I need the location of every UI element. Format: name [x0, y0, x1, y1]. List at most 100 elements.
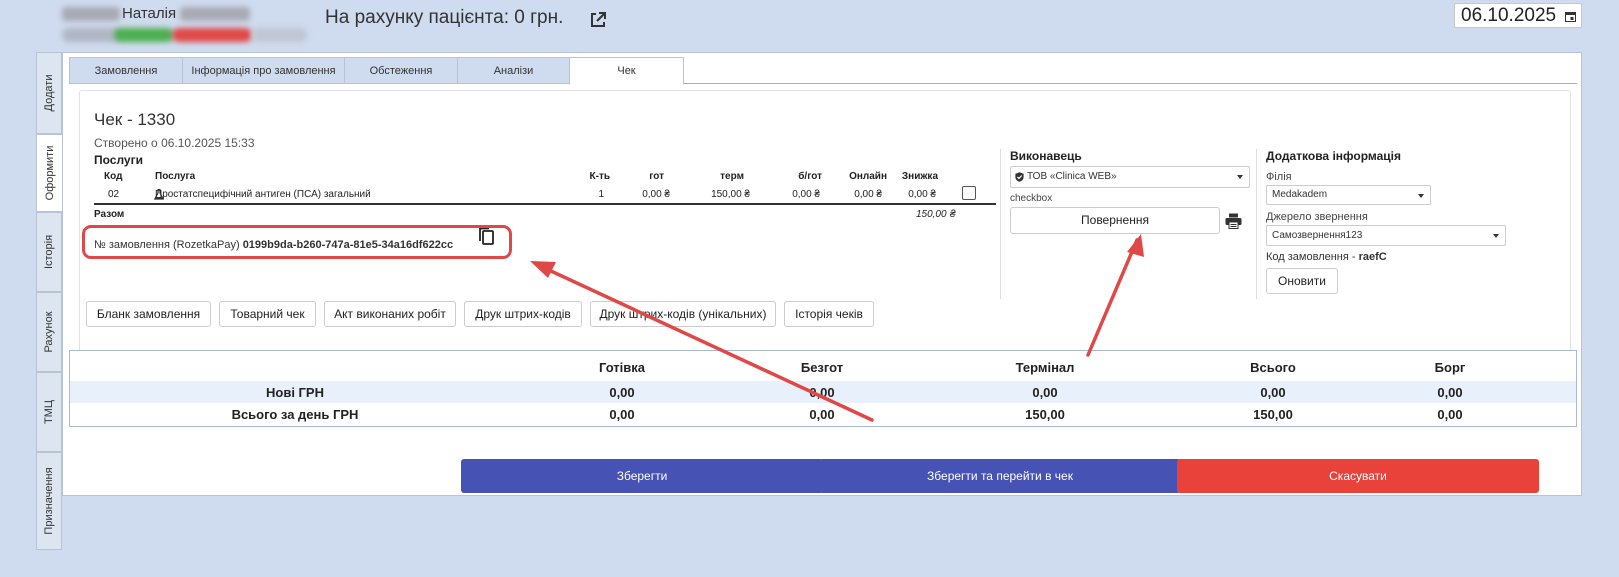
cell: 150,00: [1025, 407, 1065, 422]
executor-select[interactable]: ТОВ «Clinica WEB»: [1010, 166, 1250, 188]
row-cash: 0,00 ₴: [642, 189, 670, 200]
col-terminal: Термінал: [1015, 360, 1075, 375]
cell: 0,00: [1032, 385, 1058, 400]
check-card: Чек - 1330 Створено о 06.10.2025 15:33 П…: [79, 90, 1571, 353]
unique-barcode-print-button[interactable]: Друк штрих-кодів (унікальних): [590, 301, 776, 327]
side-tab-label: Рахунок: [43, 311, 55, 353]
row-qty: 1: [598, 189, 604, 200]
patient-balance: На рахунку пацієнта: 0 грн.: [325, 7, 564, 28]
check-history-button[interactable]: Історія чеків: [784, 301, 874, 327]
cell: 0,00: [809, 407, 835, 422]
branch-select[interactable]: Medakadem: [1266, 185, 1431, 205]
divider: [1000, 149, 1001, 299]
row-terminal: 150,00 ₴: [711, 189, 750, 200]
row-label: Нові ГРН: [266, 385, 324, 400]
return-button[interactable]: Повернення: [1010, 207, 1220, 234]
chevron-down-icon: [1237, 175, 1243, 179]
barcode-print-button[interactable]: Друк штрих-кодів: [464, 301, 582, 327]
shield-check-icon: [1015, 172, 1024, 182]
patient-name: Наталія: [62, 5, 251, 22]
patient-info: Наталія: [62, 4, 312, 44]
row-label: Всього за день ГРН: [231, 407, 359, 422]
tab-analyses[interactable]: Аналізи: [457, 57, 570, 84]
cell: 0,00: [1437, 407, 1463, 422]
total-label: Разом: [94, 209, 125, 220]
cell: 150,00: [1253, 407, 1293, 422]
table-row: Нові ГРН 0,00 0,00 0,00 0,00 0,00: [70, 381, 1576, 403]
branch-value: Medakadem: [1272, 189, 1328, 200]
chevron-down-icon: [1418, 194, 1424, 198]
order-code-value: raefC: [1358, 251, 1387, 263]
order-code-label: Код замовлення -: [1266, 251, 1356, 263]
tab-examinations[interactable]: Обстеження: [344, 57, 458, 84]
side-tab-invoice[interactable]: Рахунок: [36, 292, 62, 372]
main-panel: Замовлення Інформація про замовлення Обс…: [62, 52, 1582, 496]
row-online: 0,00 ₴: [854, 189, 882, 200]
work-act-button[interactable]: Акт виконаних робіт: [324, 301, 456, 327]
col-cash: гот: [649, 171, 664, 182]
row-cashless: 0,00 ₴: [792, 189, 820, 200]
side-tabs: Додати Оформити Історія Рахунок ТМЦ Приз…: [36, 52, 62, 550]
date-value: 06.10.2025: [1461, 5, 1557, 26]
calendar-icon[interactable]: [1565, 11, 1576, 22]
cell: 0,00: [609, 385, 635, 400]
side-tab-label: Оформити: [43, 145, 56, 201]
divider: [1256, 149, 1257, 299]
side-tab-add[interactable]: Додати: [36, 52, 62, 134]
cell: 0,00: [809, 385, 835, 400]
col-service: Послуга: [155, 171, 196, 182]
table-row: Всього за день ГРН 0,00 0,00 150,00 150,…: [70, 403, 1576, 425]
source-label: Джерело звернення: [1266, 211, 1368, 223]
col-debt: Борг: [1434, 360, 1466, 375]
table-row: 02 Простатспецифічний антиген (ПСА) зага…: [94, 186, 996, 205]
side-tab-label: Додати: [43, 74, 55, 112]
col-cash: Готівка: [598, 360, 646, 375]
totals-table: Готівка Безгот Термінал Всього Борг Нові…: [69, 350, 1577, 427]
check-title: Чек - 1330: [94, 110, 176, 129]
row-service: Простатспецифічний антиген (ПСА) загальн…: [155, 189, 371, 200]
col-code: Код: [104, 171, 123, 182]
order-form-button[interactable]: Бланк замовлення: [86, 301, 211, 327]
tab-order[interactable]: Замовлення: [69, 57, 183, 84]
date-picker[interactable]: 06.10.2025: [1454, 3, 1582, 28]
order-code: Код замовлення - raefC: [1266, 251, 1387, 263]
printer-icon[interactable]: [1225, 213, 1242, 229]
cancel-button[interactable]: Скасувати: [1177, 459, 1539, 493]
side-tab-inventory[interactable]: ТМЦ: [36, 372, 62, 452]
cell: 0,00: [609, 407, 635, 422]
external-link-icon[interactable]: [589, 11, 607, 29]
services-table-header: Код Послуга К-ть гот терм б/гот Онлайн З…: [94, 169, 996, 185]
side-tab-label: Призначення: [43, 467, 55, 535]
cell: 0,00: [1437, 385, 1463, 400]
badge-red: [172, 28, 252, 42]
side-tab-history[interactable]: Історія: [36, 212, 62, 292]
top-tabs: Замовлення Інформація про замовлення Обс…: [69, 57, 1577, 85]
blurred-patronymic: [180, 7, 251, 22]
services-label: Послуги: [94, 153, 143, 167]
services-total: Разом 150,00 ₴: [94, 208, 996, 222]
tab-order-info[interactable]: Інформація про замовлення: [182, 57, 345, 84]
patient-first-name: Наталія: [122, 5, 177, 22]
blurred-surname: [62, 7, 120, 22]
row-checkbox[interactable]: [962, 186, 976, 200]
side-tab-checkout[interactable]: Оформити: [36, 134, 62, 212]
col-cashless: Безгот: [800, 360, 844, 375]
side-tab-appointments[interactable]: Призначення: [36, 452, 62, 550]
patient-badges: [62, 28, 312, 42]
receipt-button[interactable]: Товарний чек: [219, 301, 316, 327]
badge-blurred: [62, 28, 122, 42]
executor-value: ТОВ «Clinica WEB»: [1027, 171, 1117, 182]
created-at: Створено о 06.10.2025 15:33: [94, 136, 255, 150]
save-button[interactable]: Зберегти: [461, 459, 823, 493]
save-and-go-button[interactable]: Зберегти та перейти в чек: [819, 459, 1181, 493]
refresh-button[interactable]: Оновити: [1266, 268, 1338, 294]
source-select[interactable]: Самозвернення123: [1266, 225, 1506, 246]
side-tab-label: ТМЦ: [43, 399, 55, 425]
checkbox-label: checkbox: [1010, 193, 1053, 204]
col-qty: К-ть: [589, 171, 610, 182]
col-terminal: терм: [720, 171, 744, 182]
annotation-highlight-box: [82, 225, 512, 259]
col-discount: Знижка: [901, 171, 938, 182]
tab-check[interactable]: Чек: [569, 57, 684, 85]
row-discount: 0,00 ₴: [908, 189, 936, 200]
